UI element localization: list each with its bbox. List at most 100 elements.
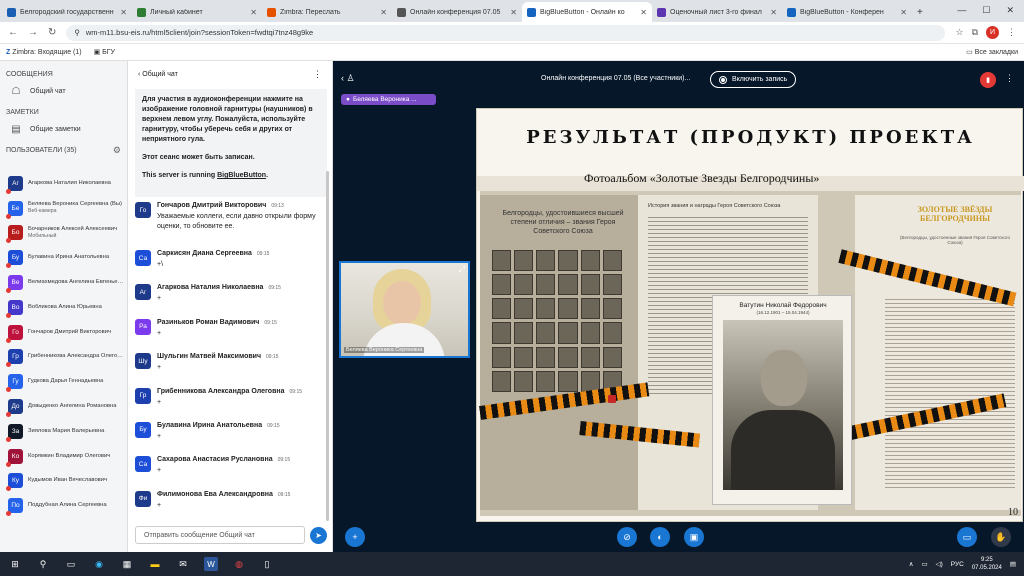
maximize-icon[interactable]: ☐ xyxy=(982,5,990,16)
user-name: Булавина Ирина Анатольевна xyxy=(28,254,126,261)
tray-chevron-icon[interactable]: ∧ xyxy=(909,560,914,568)
chat-back-button[interactable]: ‹ Общий чат xyxy=(138,71,178,78)
record-button[interactable]: Включить запись xyxy=(710,71,797,88)
browser-tab[interactable]: Белгородский государственн ✕ xyxy=(2,2,132,22)
user-settings-gear-icon[interactable]: ⚙ xyxy=(113,145,121,156)
tab-title: Онлайн конференция 07.05 xyxy=(410,8,501,16)
notifications-icon[interactable]: ▤ xyxy=(1010,560,1016,568)
user-list-item[interactable]: За Зиялова Мария Валерьевна xyxy=(0,419,127,444)
task-view-icon[interactable]: ▭ xyxy=(64,557,78,571)
user-list-item[interactable]: Аг Агаркова Наталия Николаевна xyxy=(0,171,127,196)
public-chat-item[interactable]: ☖ Общий чат xyxy=(0,81,127,101)
tab-close-icon[interactable]: ✕ xyxy=(900,8,907,17)
webcam-video-tile[interactable]: ⤢ Беляева Вероника Сергеевна xyxy=(339,261,470,358)
talking-indicator[interactable]: ● Беляева Вероника ... xyxy=(341,94,436,105)
browser-tab[interactable]: Оценочный лист 3-го финал ✕ xyxy=(652,2,782,22)
user-list-item[interactable]: Гу Гудкова Дарья Геннадьевна xyxy=(0,369,127,394)
toggle-user-list-icon[interactable]: ‹ ♙ xyxy=(341,73,355,84)
user-list-item[interactable]: Го Гончаров Дмитрий Викторович xyxy=(0,320,127,345)
muted-mic-indicator-icon xyxy=(6,288,11,294)
site-info-icon[interactable]: ⚲ xyxy=(74,28,80,37)
user-list-item[interactable]: Ко Корямкин Владимир Олегович xyxy=(0,444,127,469)
word-icon[interactable]: W xyxy=(204,557,218,571)
profile-avatar[interactable]: И xyxy=(986,26,999,39)
language-indicator[interactable]: РУС xyxy=(951,561,964,568)
store-icon[interactable]: ▦ xyxy=(120,557,134,571)
chat-message-input[interactable]: Отправить сообщение Общий чат xyxy=(135,526,305,544)
browser-tab[interactable]: BigBlueButton - Конферен ✕ xyxy=(782,2,912,22)
minimize-icon[interactable]: — xyxy=(957,5,966,16)
tab-close-icon[interactable]: ✕ xyxy=(770,8,777,17)
message-header: Агаркова Наталия Николаевна 09:15 xyxy=(157,284,281,291)
tab-close-icon[interactable]: ✕ xyxy=(250,8,257,17)
message-time: 09:15 xyxy=(267,422,280,429)
reload-icon[interactable]: ↻ xyxy=(48,27,56,38)
message-time: 09:15 xyxy=(277,457,291,464)
tab-close-icon[interactable]: ✕ xyxy=(380,8,387,17)
screen-layout-button[interactable]: ▭ xyxy=(957,527,977,547)
hero-portrait xyxy=(602,346,622,368)
user-list-item[interactable]: Бе Беляева Вероника Сергеевна (Вы) Веб-кам… xyxy=(0,196,127,221)
tab-close-icon[interactable]: ✕ xyxy=(640,8,647,17)
mute-button[interactable]: ⊘ xyxy=(617,527,637,547)
send-message-button[interactable]: ➤ xyxy=(310,527,327,544)
browser-tab[interactable]: Zimbra: Переслать ✕ xyxy=(262,2,392,22)
forward-icon[interactable]: → xyxy=(28,27,38,38)
network-icon[interactable]: ▭ xyxy=(921,560,927,568)
browser-menu-icon[interactable]: ⋮ xyxy=(1007,27,1016,38)
all-bookmarks[interactable]: ▭ Все закладки xyxy=(966,48,1018,56)
file-icon[interactable]: ▯ xyxy=(260,557,274,571)
tab-close-icon[interactable]: ✕ xyxy=(510,8,517,17)
url-field[interactable]: ⚲ wm-m11.bsu-eis.ru/html5client/join?ses… xyxy=(66,24,946,41)
user-list-item[interactable]: Во Вобликова Алина Юрьевна xyxy=(0,295,127,320)
back-icon[interactable]: ← xyxy=(8,27,18,38)
message-text: Уважаемые коллеги, если давно открыли фо… xyxy=(157,213,316,230)
close-window-icon[interactable]: ✕ xyxy=(1006,5,1014,16)
browser-tab[interactable]: Личный кабинет ✕ xyxy=(132,2,262,22)
connection-status-icon[interactable]: ▮ xyxy=(980,72,996,88)
browser-tab-strip: Белгородский государственн ✕ Личный кабине… xyxy=(0,0,1024,22)
chrome-icon[interactable]: ◍ xyxy=(232,557,246,571)
chat-scrollbar[interactable] xyxy=(326,171,329,521)
volume-icon[interactable]: ◁) xyxy=(936,560,943,568)
new-tab-button[interactable]: + xyxy=(912,2,934,22)
hero-portrait xyxy=(602,298,622,320)
user-name-text: Бочарников Алексей Алексеевич xyxy=(28,225,118,232)
options-menu-icon[interactable]: ⋮ xyxy=(1005,73,1014,84)
hero-portrait xyxy=(492,346,512,368)
bookmark-zimbra[interactable]: Z Zimbra: Входящие (1) xyxy=(6,49,82,56)
message-header: Гончаров Дмитрий Викторович 09:13 xyxy=(157,202,326,209)
browser-tab[interactable]: Онлайн конференция 07.05 ✕ xyxy=(392,2,522,22)
user-list-item[interactable]: Бо Бочарников Алексей Алексеевич Мобильный xyxy=(0,221,127,246)
bigbluebutton-link[interactable]: BigBlueButton xyxy=(217,172,266,179)
shared-notes-item[interactable]: ▤ Общие заметки xyxy=(0,119,127,139)
camera-button[interactable]: ▣ xyxy=(684,527,704,547)
taskbar-search-icon[interactable]: ⚲ xyxy=(36,557,50,571)
extensions-icon[interactable]: ⧉ xyxy=(972,27,978,38)
user-list: Аг Агаркова Наталия Николаевна Бе Беляева В… xyxy=(0,171,127,518)
email-app-icon[interactable]: ✉ xyxy=(176,557,190,571)
windows-start-icon[interactable]: ⊞ xyxy=(8,557,22,571)
audio-button[interactable]: ◐ xyxy=(650,527,670,547)
user-list-item[interactable]: Гр Грибенникова Александра Олеговна xyxy=(0,345,127,370)
tab-close-icon[interactable]: ✕ xyxy=(120,8,127,17)
user-list-item[interactable]: Бу Булавина Ирина Анатольевна xyxy=(0,245,127,270)
notes-section-header: ЗАМЕТКИ xyxy=(6,108,39,116)
fullscreen-icon[interactable]: ⤢ xyxy=(459,265,465,275)
clock[interactable]: 9:25 07.05.2024 xyxy=(972,556,1002,572)
bookmark-bgu[interactable]: ▣ БГУ xyxy=(94,48,115,56)
hero-portrait xyxy=(514,298,534,320)
user-list-item[interactable]: До Довыденко Ангелина Романовна xyxy=(0,394,127,419)
message-author: Шульгин Матвей Максимович xyxy=(157,353,262,361)
user-list-item[interactable]: Ку Кудымов Иван Вячеславович xyxy=(0,469,127,494)
edge-icon[interactable]: ◉ xyxy=(92,557,106,571)
user-list-item[interactable]: Ве Велиахмедова Ангелина Евгеньевна xyxy=(0,270,127,295)
user-list-item[interactable]: По Поддубная Алина Сергеевна xyxy=(0,493,127,518)
bookmark-star-icon[interactable]: ☆ xyxy=(955,27,963,38)
file-explorer-icon[interactable]: ▬ xyxy=(148,557,162,571)
browser-tab[interactable]: BigBlueButton - Онлайн ко ✕ xyxy=(522,2,652,22)
raise-hand-button[interactable]: ✋ xyxy=(991,527,1011,547)
camera-icon: ▣ xyxy=(689,531,699,542)
chat-options-icon[interactable]: ⋮ xyxy=(313,69,322,80)
actions-plus-button[interactable]: + xyxy=(345,527,365,547)
